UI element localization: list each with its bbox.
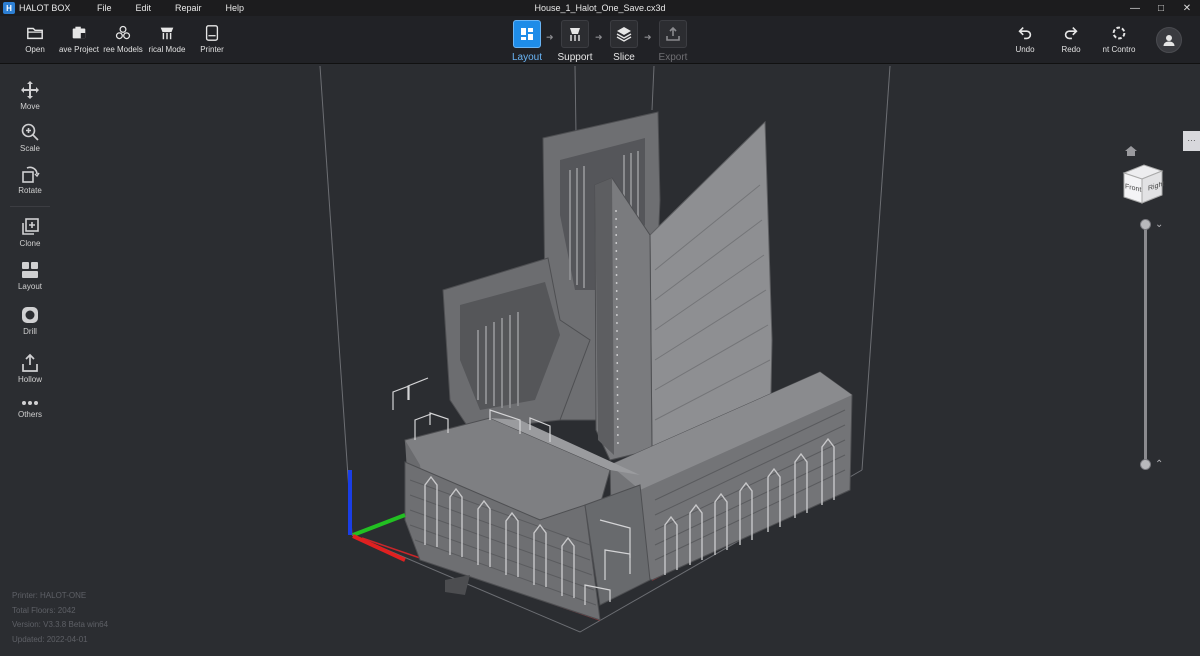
step-layout-label: Layout <box>511 52 543 63</box>
printer-icon <box>205 25 219 41</box>
layout-step-icon <box>513 20 541 48</box>
step-support-label: Support <box>557 52 593 63</box>
drill-icon <box>22 307 38 323</box>
model-scene[interactable] <box>0 65 1200 656</box>
undo-label: Undo <box>1015 45 1035 54</box>
layer-slider-top-handle[interactable] <box>1140 219 1151 230</box>
minimize-icon[interactable]: — <box>1122 0 1148 16</box>
slice-step-icon <box>610 20 638 48</box>
open-label: Open <box>25 45 45 54</box>
vertical-mode-icon <box>160 27 174 40</box>
chevron-down-icon[interactable]: ⌄ <box>1155 219 1163 230</box>
print-control-icon <box>1112 26 1126 40</box>
step-layout[interactable]: Layout <box>505 20 549 63</box>
clone-icon <box>22 218 39 235</box>
rotate-icon <box>22 166 40 183</box>
layout-icon <box>22 262 38 278</box>
app-name: HALOT BOX <box>19 3 71 13</box>
3d-viewport[interactable]: Front Right ⌄ ⌃ … <box>0 65 1200 656</box>
user-avatar-icon[interactable] <box>1156 27 1182 53</box>
vertical-mode-label: rical Mode <box>148 45 186 54</box>
drill-label: Drill <box>23 327 37 336</box>
print-control-label: nt Contro <box>1102 45 1136 54</box>
hollow-label: Hollow <box>17 375 42 384</box>
printer-button[interactable]: Printer <box>189 24 235 62</box>
step-slice[interactable]: Slice <box>602 20 646 63</box>
tool-divider <box>10 206 50 207</box>
clone-label: Clone <box>19 239 41 248</box>
tree-models-icon <box>115 25 131 40</box>
more-dots-icon <box>22 401 38 405</box>
save-project-label: ave Project <box>58 45 100 54</box>
hollow-tool[interactable]: Hollow <box>10 353 50 384</box>
scale-icon <box>21 123 39 141</box>
app-logo-icon: H <box>3 2 15 14</box>
layout-tool[interactable]: Layout <box>10 260 50 291</box>
rotate-tool[interactable]: Rotate <box>10 164 50 195</box>
menu-help[interactable]: Help <box>226 3 245 13</box>
info-version: Version: V3.3.8 Beta win64 <box>12 620 109 629</box>
scale-label: Scale <box>19 144 40 153</box>
drill-tool[interactable]: Drill <box>10 305 50 336</box>
title-bar: H HALOT BOX File Edit Repair Help House_… <box>0 0 1200 16</box>
folder-open-icon <box>27 27 43 40</box>
info-printer: Printer: HALOT-ONE <box>12 591 87 600</box>
menu-file[interactable]: File <box>97 3 112 13</box>
hollow-icon <box>22 353 38 372</box>
rotate-label: Rotate <box>18 186 42 195</box>
redo-icon <box>1064 27 1078 40</box>
redo-button[interactable]: Redo <box>1048 24 1094 62</box>
house-model[interactable] <box>392 111 853 621</box>
layout-label: Layout <box>17 282 43 291</box>
step-slice-label: Slice <box>613 52 635 63</box>
export-step-icon <box>659 20 687 48</box>
printer-info: Printer: HALOT-ONE Total Floors: 2042 Ve… <box>12 589 108 647</box>
redo-label: Redo <box>1061 45 1081 54</box>
step-export[interactable]: Export <box>651 20 695 63</box>
scale-tool[interactable]: Scale <box>10 122 50 153</box>
main-toolbar: Open ave Project ree Models rical Mode P… <box>0 16 1200 64</box>
print-control-button[interactable]: nt Contro <box>1096 24 1142 62</box>
move-tool[interactable]: Move <box>10 80 50 111</box>
info-updated: Updated: 2022-04-01 <box>12 634 88 644</box>
vertical-mode-button[interactable]: rical Mode <box>144 24 190 62</box>
close-icon[interactable]: ✕ <box>1174 0 1200 16</box>
save-project-button[interactable]: ave Project <box>56 24 102 62</box>
move-label: Move <box>20 102 40 111</box>
window-controls: — □ ✕ <box>1122 0 1200 16</box>
info-total-floors: Total Floors: 2042 <box>12 605 76 615</box>
xyz-axes-icon <box>348 470 406 562</box>
halot-box-app: H HALOT BOX File Edit Repair Help House_… <box>0 0 1200 656</box>
side-panel-toggle[interactable]: … <box>1183 131 1200 151</box>
open-button[interactable]: Open <box>12 24 58 62</box>
maximize-icon[interactable]: □ <box>1148 0 1174 16</box>
support-step-icon <box>561 20 589 48</box>
layer-slider-bottom-handle[interactable] <box>1140 459 1151 470</box>
others-tool[interactable]: Others <box>10 398 50 419</box>
undo-button[interactable]: Undo <box>1002 24 1048 62</box>
tree-models-button[interactable]: ree Models <box>100 24 146 62</box>
menu-repair[interactable]: Repair <box>175 3 202 13</box>
step-support[interactable]: Support <box>553 20 597 63</box>
home-view-icon[interactable] <box>1124 145 1138 157</box>
layer-slider-track[interactable] <box>1144 221 1147 467</box>
save-project-icon <box>72 26 86 39</box>
chevron-up-icon[interactable]: ⌃ <box>1155 459 1163 470</box>
undo-icon <box>1018 27 1032 40</box>
step-export-label: Export <box>658 52 688 63</box>
clone-tool[interactable]: Clone <box>10 217 50 248</box>
menu-bar: File Edit Repair Help <box>89 3 268 13</box>
move-icon <box>21 81 39 99</box>
menu-edit[interactable]: Edit <box>136 3 152 13</box>
tree-models-label: ree Models <box>103 45 143 54</box>
printer-label: Printer <box>200 45 224 54</box>
others-label: Others <box>17 410 42 419</box>
